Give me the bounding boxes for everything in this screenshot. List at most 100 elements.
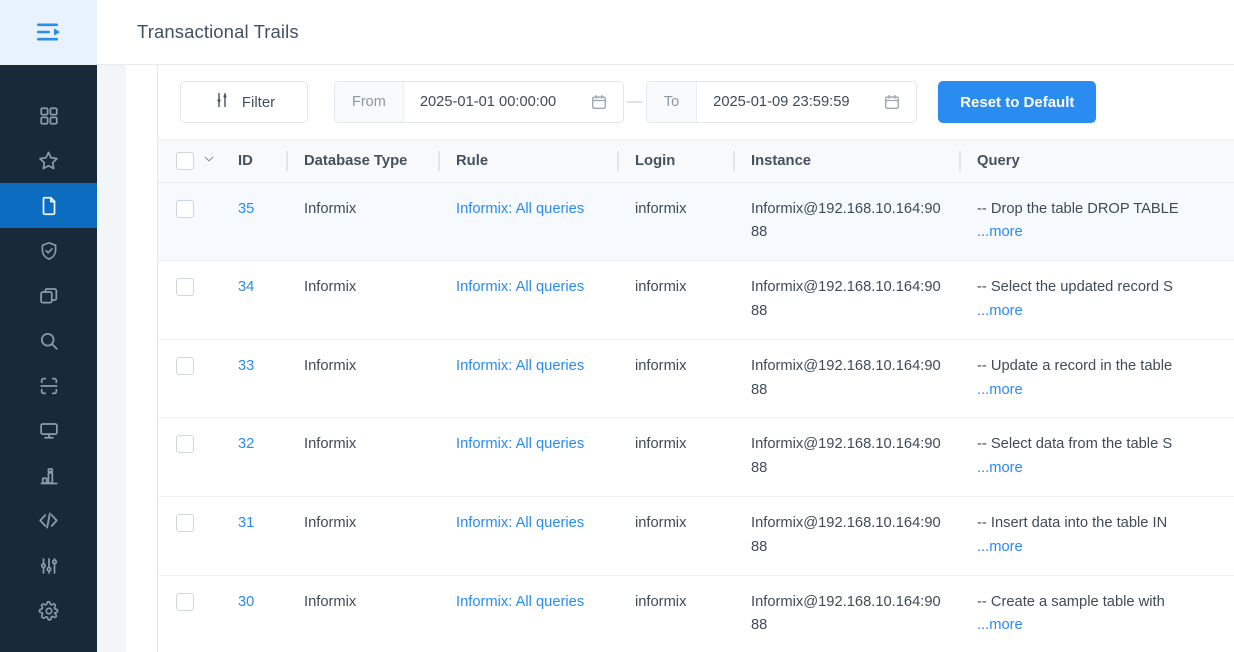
sidebar-item-code[interactable] bbox=[0, 498, 97, 543]
star-icon bbox=[37, 149, 60, 172]
top-bar: Transactional Trails bbox=[0, 0, 1234, 65]
row-checkbox[interactable] bbox=[176, 435, 194, 453]
row-id-cell: 34 bbox=[220, 261, 286, 340]
row-query-more-link[interactable]: ...more bbox=[977, 614, 1023, 638]
row-query-more-link[interactable]: ...more bbox=[977, 379, 1023, 403]
sidebar-item-monitor[interactable] bbox=[0, 408, 97, 453]
audit-table-container[interactable]: ID Database Type Rule Login Instance Que… bbox=[158, 140, 1234, 652]
from-date-field[interactable]: From 2025-01-01 00:00:00 bbox=[334, 81, 624, 123]
table-row[interactable]: 32 Informix Informix: All queries inform… bbox=[158, 418, 1234, 497]
chevron-down-icon[interactable] bbox=[202, 152, 216, 170]
calendar-icon[interactable] bbox=[590, 82, 623, 122]
table-header: ID Database Type Rule Login Instance Que… bbox=[158, 140, 1234, 182]
col-instance[interactable]: Instance bbox=[733, 140, 959, 182]
row-query-more-link[interactable]: ...more bbox=[977, 457, 1023, 481]
col-login[interactable]: Login bbox=[617, 140, 733, 182]
row-login: informix bbox=[617, 418, 733, 497]
search-icon bbox=[38, 330, 60, 352]
content-gutter bbox=[126, 65, 157, 652]
filter-button-label: Filter bbox=[242, 94, 275, 111]
row-query-more-link[interactable]: ...more bbox=[977, 300, 1023, 324]
sidebar-item-sliders[interactable] bbox=[0, 543, 97, 588]
row-rule-cell: Informix: All queries bbox=[438, 418, 617, 497]
col-rule[interactable]: Rule bbox=[438, 140, 617, 182]
row-query-cell: -- Select data from the table S ...more bbox=[959, 418, 1234, 497]
sidebar-item-search[interactable] bbox=[0, 318, 97, 363]
gear-icon bbox=[38, 600, 60, 622]
date-range: From 2025-01-01 00:00:00 — To bbox=[334, 81, 917, 123]
sidebar-gutter bbox=[97, 65, 126, 652]
to-date-value[interactable]: 2025-01-09 23:59:59 bbox=[697, 82, 883, 122]
row-id-link[interactable]: 34 bbox=[238, 279, 254, 295]
sidebar-item-dashboard[interactable] bbox=[0, 93, 97, 138]
row-select-cell bbox=[158, 575, 220, 652]
menu-expand-icon[interactable] bbox=[0, 0, 97, 64]
col-database-type[interactable]: Database Type bbox=[286, 140, 438, 182]
row-query-text: -- Insert data into the table IN bbox=[977, 515, 1167, 531]
row-checkbox[interactable] bbox=[176, 357, 194, 375]
row-id-link[interactable]: 35 bbox=[238, 201, 254, 217]
copy-icon bbox=[38, 285, 60, 307]
filter-toolbar: Filter From 2025-01-01 00:00:00 bbox=[158, 65, 1234, 140]
to-label: To bbox=[647, 82, 697, 122]
row-instance: Informix@192.168.10.164:9088 bbox=[733, 575, 959, 652]
sidebar-item-reports[interactable] bbox=[0, 453, 97, 498]
row-select-cell bbox=[158, 261, 220, 340]
row-checkbox[interactable] bbox=[176, 278, 194, 296]
row-id-cell: 35 bbox=[220, 182, 286, 261]
row-id-link[interactable]: 31 bbox=[238, 515, 254, 531]
row-id-link[interactable]: 33 bbox=[238, 358, 254, 374]
row-query-text: -- Select data from the table S bbox=[977, 436, 1172, 452]
row-rule-cell: Informix: All queries bbox=[438, 182, 617, 261]
table-row[interactable]: 30 Informix Informix: All queries inform… bbox=[158, 575, 1234, 652]
sidebar-item-scan[interactable] bbox=[0, 363, 97, 408]
date-range-separator: — bbox=[624, 93, 646, 111]
row-rule-link[interactable]: Informix: All queries bbox=[456, 594, 584, 610]
row-id-link[interactable]: 30 bbox=[238, 594, 254, 610]
row-query-cell: -- Create a sample table with ...more bbox=[959, 575, 1234, 652]
sidebar-item-preferences[interactable] bbox=[0, 588, 97, 633]
row-instance: Informix@192.168.10.164:9088 bbox=[733, 418, 959, 497]
row-id-link[interactable]: 32 bbox=[238, 436, 254, 452]
row-query-text: -- Create a sample table with bbox=[977, 594, 1165, 610]
row-rule-link[interactable]: Informix: All queries bbox=[456, 515, 584, 531]
row-rule-link[interactable]: Informix: All queries bbox=[456, 358, 584, 374]
reset-to-default-button[interactable]: Reset to Default bbox=[938, 81, 1096, 123]
row-select-cell bbox=[158, 418, 220, 497]
sidebar-item-documents[interactable] bbox=[0, 183, 97, 228]
row-checkbox[interactable] bbox=[176, 593, 194, 611]
row-query-more-link[interactable]: ...more bbox=[977, 221, 1023, 245]
row-database-type: Informix bbox=[286, 418, 438, 497]
row-query-cell: -- Drop the table DROP TABLE ...more bbox=[959, 182, 1234, 261]
row-query-text: -- Select the updated record S bbox=[977, 279, 1173, 295]
row-checkbox[interactable] bbox=[176, 200, 194, 218]
calendar-icon[interactable] bbox=[883, 82, 916, 122]
filter-button[interactable]: Filter bbox=[180, 81, 308, 123]
to-date-field[interactable]: To 2025-01-09 23:59:59 bbox=[646, 81, 917, 123]
table-row[interactable]: 35 Informix Informix: All queries inform… bbox=[158, 182, 1234, 261]
row-login: informix bbox=[617, 497, 733, 576]
row-checkbox[interactable] bbox=[176, 514, 194, 532]
col-query[interactable]: Query bbox=[959, 140, 1234, 182]
bar-chart-icon bbox=[38, 465, 60, 487]
row-query-cell: -- Select the updated record S ...more bbox=[959, 261, 1234, 340]
row-rule-link[interactable]: Informix: All queries bbox=[456, 201, 584, 217]
monitor-icon bbox=[38, 420, 60, 442]
document-icon bbox=[38, 195, 60, 217]
select-all-checkbox[interactable] bbox=[176, 152, 194, 170]
sidebar-item-favorites[interactable] bbox=[0, 138, 97, 183]
row-database-type: Informix bbox=[286, 182, 438, 261]
row-id-cell: 31 bbox=[220, 497, 286, 576]
page-title: Transactional Trails bbox=[97, 0, 299, 64]
table-row[interactable]: 33 Informix Informix: All queries inform… bbox=[158, 339, 1234, 418]
code-icon bbox=[37, 509, 60, 532]
sidebar-item-security[interactable] bbox=[0, 228, 97, 273]
col-id[interactable]: ID bbox=[220, 140, 286, 182]
row-query-more-link[interactable]: ...more bbox=[977, 536, 1023, 560]
table-row[interactable]: 31 Informix Informix: All queries inform… bbox=[158, 497, 1234, 576]
row-rule-link[interactable]: Informix: All queries bbox=[456, 279, 584, 295]
from-date-value[interactable]: 2025-01-01 00:00:00 bbox=[404, 82, 590, 122]
row-rule-link[interactable]: Informix: All queries bbox=[456, 436, 584, 452]
sidebar-item-copies[interactable] bbox=[0, 273, 97, 318]
table-row[interactable]: 34 Informix Informix: All queries inform… bbox=[158, 261, 1234, 340]
